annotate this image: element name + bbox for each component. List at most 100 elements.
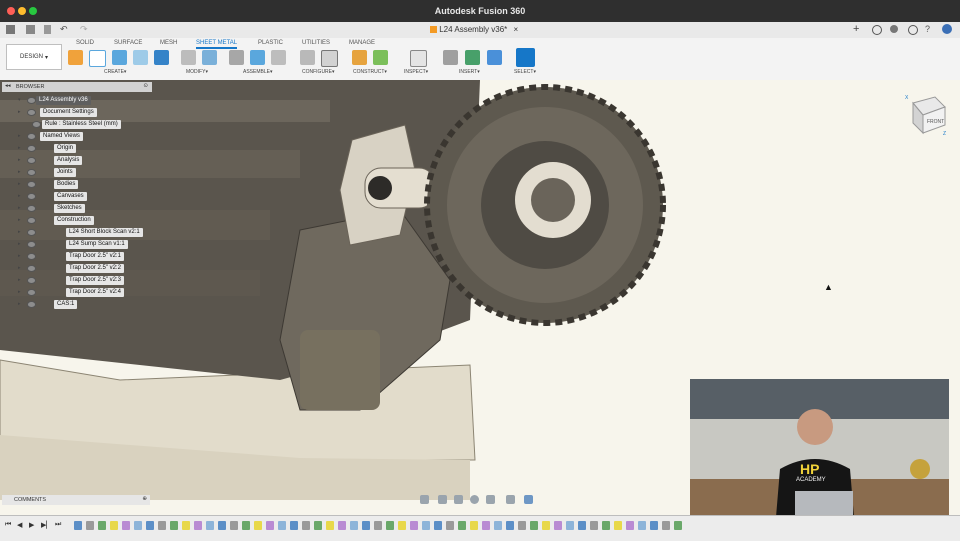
timeline-feature-icon[interactable] [122,521,130,530]
close-tab-icon[interactable]: × [514,25,519,34]
tab-utilities[interactable]: UTILITIES [302,40,330,46]
timeline-feature-icon[interactable] [542,521,550,530]
modify-menu[interactable]: MODIFY▾ [186,69,208,75]
configuration-table-icon[interactable] [321,50,338,67]
undo-icon[interactable]: ↶ [60,24,68,35]
document-tab[interactable]: L24 Assembly v36* × [430,25,518,34]
pan-hand-icon[interactable] [454,495,463,504]
offset-plane-icon[interactable] [352,50,367,65]
visibility-eye-icon[interactable] [27,217,36,224]
timeline-feature-icon[interactable] [578,521,586,530]
visibility-eye-icon[interactable] [27,253,36,260]
display-settings-icon[interactable] [506,495,515,504]
expand-arrow-icon[interactable]: ▸ [18,277,21,283]
view-cube[interactable]: FRONT X Z [905,93,949,142]
expand-arrow-icon[interactable]: ▸ [18,241,21,247]
expand-arrow-icon[interactable]: ▸ [18,205,21,211]
expand-arrow-icon[interactable]: ▸ [18,229,21,235]
tree-item-named-views[interactable]: ▸ Named Views [18,131,158,143]
timeline-feature-icon[interactable] [410,521,418,530]
create-base-feature-icon[interactable] [154,50,169,65]
tree-item-rule[interactable]: Rule : Stainless Steel (mm) [18,119,158,131]
inspect-menu[interactable]: INSPECT▾ [404,69,428,75]
timeline-feature-icon[interactable] [614,521,622,530]
flange-icon[interactable] [112,50,127,65]
timeline-feature-icon[interactable] [134,521,142,530]
timeline-feature-icon[interactable] [350,521,358,530]
add-comment-icon[interactable]: ⊕ [142,496,147,502]
tree-item-construction[interactable]: ▸ Construction [18,215,158,227]
expand-arrow-icon[interactable]: ▸ [18,253,21,259]
expand-arrow-icon[interactable]: ▸ [18,217,21,223]
timeline-feature-icon[interactable] [206,521,214,530]
timeline-feature-icon[interactable] [218,521,226,530]
expand-arrow-icon[interactable]: ▸ [18,109,21,115]
help-icon[interactable]: ? [925,24,930,34]
timeline-feature-icon[interactable] [194,521,202,530]
tree-item-analysis[interactable]: ▸ Analysis [18,155,158,167]
timeline-feature-icon[interactable] [74,521,82,530]
assemble-menu[interactable]: ASSEMBLE▾ [243,69,272,75]
notifications-icon[interactable] [908,25,918,35]
tree-item-origin[interactable]: ▸ Origin [18,143,158,155]
timeline-first-icon[interactable]: ⏮ [5,521,11,529]
timeline-feature-icon[interactable] [422,521,430,530]
timeline-feature-icon[interactable] [242,521,250,530]
job-status-icon[interactable] [890,25,898,33]
tab-mesh[interactable]: MESH [160,40,177,46]
timeline-feature-icon[interactable] [638,521,646,530]
new-component-icon[interactable] [68,50,83,65]
visibility-eye-icon[interactable] [27,265,36,272]
timeline-feature-icon[interactable] [326,521,334,530]
insert-mcmaster-icon[interactable] [465,50,480,65]
visibility-eye-icon[interactable] [27,229,36,236]
timeline-feature-icon[interactable] [98,521,106,530]
file-menu-icon[interactable] [26,25,35,34]
extensions-icon[interactable] [872,25,882,35]
comments-panel[interactable]: COMMENTS ⊕ [2,495,150,505]
timeline-feature-icon[interactable] [386,521,394,530]
expand-arrow-icon[interactable]: ▸ [18,157,21,163]
fillet-icon[interactable] [202,50,217,65]
visibility-eye-icon[interactable] [27,277,36,284]
timeline-feature-icon[interactable] [338,521,346,530]
visibility-eye-icon[interactable] [27,181,36,188]
select-menu[interactable]: SELECT▾ [514,69,536,75]
timeline-feature-icon[interactable] [398,521,406,530]
timeline-feature-icon[interactable] [458,521,466,530]
timeline-play-icon[interactable]: ▶ [29,521,34,529]
timeline-feature-icon[interactable] [602,521,610,530]
collapse-browser-icon[interactable]: ◂◂ [5,83,11,89]
insert-derive-icon[interactable] [443,50,458,65]
visibility-eye-icon[interactable] [27,241,36,248]
joint-origin-icon[interactable] [271,50,286,65]
expand-arrow-icon[interactable]: ▸ [18,145,21,151]
tab-solid[interactable]: SOLID [76,40,94,46]
tree-item-joints[interactable]: ▸ Joints [18,167,158,179]
timeline-feature-icon[interactable] [290,521,298,530]
expand-arrow-icon[interactable]: ▸ [18,169,21,175]
data-panel-icon[interactable] [6,25,15,34]
midplane-icon[interactable] [373,50,388,65]
timeline-last-icon[interactable]: ⏭ [55,521,61,529]
tree-item-component[interactable]: ▸ L24 Short Block Scan v2:1 [18,227,158,239]
select-arrow-icon[interactable] [516,48,535,67]
grid-snaps-icon[interactable] [524,495,533,504]
orbit-icon[interactable] [420,495,429,504]
tree-item-component[interactable]: ▸ Trap Door 2.5" v2:3 [18,275,158,287]
timeline-feature-icon[interactable] [362,521,370,530]
unfold-icon[interactable] [133,50,148,65]
tree-item-canvases[interactable]: ▸ Canvases [18,191,158,203]
timeline-feature-icon[interactable] [662,521,670,530]
visibility-eye-icon[interactable] [27,289,36,296]
measure-icon[interactable] [410,50,427,67]
timeline-feature-icon[interactable] [182,521,190,530]
timeline-feature-icon[interactable] [554,521,562,530]
look-at-icon[interactable] [438,495,447,504]
expand-arrow-icon[interactable]: ▸ [18,193,21,199]
timeline-feature-icon[interactable] [518,521,526,530]
timeline-feature-icon[interactable] [446,521,454,530]
tree-item-component[interactable]: ▸ Trap Door 2.5" v2:2 [18,263,158,275]
expand-arrow-icon[interactable]: ▸ [18,265,21,271]
timeline-feature-icon[interactable] [566,521,574,530]
